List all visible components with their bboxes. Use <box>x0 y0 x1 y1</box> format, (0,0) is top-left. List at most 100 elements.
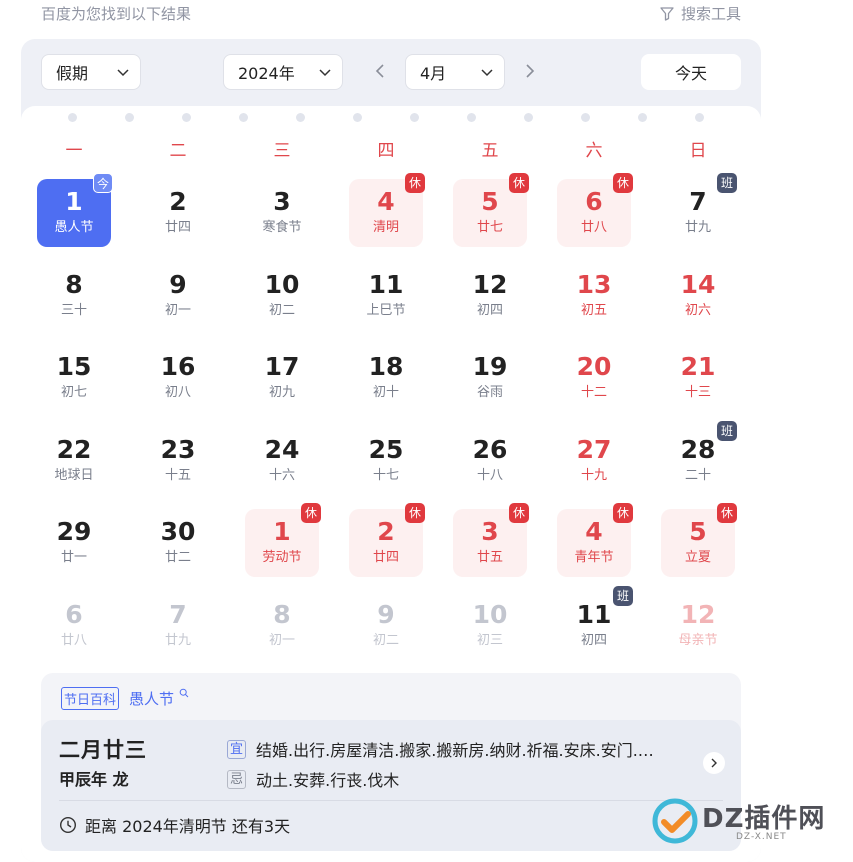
day-number: 9 <box>377 600 395 629</box>
result-hint: 百度为您找到以下结果 <box>41 5 192 23</box>
lunar-date: 二月廿三 <box>59 737 147 762</box>
calendar-day-cell[interactable]: 28 二十班 <box>661 421 737 495</box>
day-lunar-label: 初四 <box>476 303 503 318</box>
search-tools-label: 搜索工具 <box>680 5 741 23</box>
day-number: 24 <box>264 435 300 464</box>
workday-badge: 班 <box>717 173 737 193</box>
watermark-text: DZ插件网 <box>702 804 826 834</box>
calendar-day-cell[interactable]: 8 初一 <box>245 592 319 660</box>
binder-hole <box>638 113 647 122</box>
day-lunar-label: 十九 <box>580 468 607 483</box>
calendar-day-cell[interactable]: 10 初二 <box>245 262 319 330</box>
day-number: 12 <box>680 600 716 629</box>
calendar-day-cell[interactable]: 10 初三 <box>453 592 527 660</box>
calendar-day-cell[interactable]: 30 廿二 <box>141 509 215 577</box>
day-number: 22 <box>56 435 92 464</box>
day-lunar-label: 初九 <box>268 385 295 400</box>
day-lunar-label: 地球日 <box>54 468 94 483</box>
calendar-day-cell[interactable]: 20 十二 <box>557 344 631 412</box>
calendar-day-cell[interactable]: 13 初五 <box>557 262 631 330</box>
month-select[interactable]: 4月 <box>405 54 505 90</box>
watermark-subtext: DZ-X.NET <box>736 832 787 842</box>
weekday-label: 二 <box>169 141 187 161</box>
rest-day-badge: 休 <box>301 503 321 523</box>
binder-hole <box>524 113 533 122</box>
day-lunar-label: 廿二 <box>164 550 191 565</box>
calendar-day-cell[interactable]: 6 廿八休 <box>557 173 633 247</box>
today-button[interactable]: 今天 <box>641 54 741 90</box>
search-icon <box>179 688 189 698</box>
calendar-day-cell[interactable]: 4 青年节休 <box>557 503 633 577</box>
calendar-day-cell[interactable]: 3 寒食节 <box>245 179 319 247</box>
day-lunar-label: 二十 <box>684 468 711 483</box>
year-select[interactable]: 2024年 <box>223 54 343 90</box>
weekday-label: 一 <box>65 141 83 161</box>
calendar-day-cell[interactable]: 15 初七 <box>37 344 111 412</box>
calendar-day-cell[interactable]: 21 十三 <box>661 344 735 412</box>
calendar-day-cell[interactable]: 5 廿七休 <box>453 173 529 247</box>
calendar-day-cell[interactable]: 22 地球日 <box>37 427 111 495</box>
almanac-more-button[interactable] <box>703 752 725 774</box>
calendar-day-cell[interactable]: 12 母亲节 <box>661 592 735 660</box>
calendar-day-cell[interactable]: 11 上巳节 <box>349 262 423 330</box>
calendar-day-cell[interactable]: 18 初十 <box>349 344 423 412</box>
calendar-day-cell[interactable]: 24 十六 <box>245 427 319 495</box>
calendar-day-cell[interactable]: 3 廿五休 <box>453 503 529 577</box>
yi-text: 结婚.出行.房屋清洁.搬家.搬新房.纳财.祈福.安床.安门.… <box>256 741 654 760</box>
binder-hole <box>410 113 419 122</box>
calendar-day-cell[interactable]: 19 谷雨 <box>453 344 527 412</box>
info-header: 节日百科 愚人节 <box>61 687 189 710</box>
day-number: 27 <box>576 435 612 464</box>
prev-month-icon[interactable] <box>371 61 391 81</box>
rest-day-badge: 休 <box>405 503 425 523</box>
calendar-day-cell[interactable]: 9 初一 <box>141 262 215 330</box>
calendar-day-cell[interactable]: 6 廿八 <box>37 592 111 660</box>
day-lunar-label: 初一 <box>268 633 295 648</box>
day-lunar-label: 清明 <box>372 220 399 235</box>
holiday-link-label: 愚人节 <box>129 690 175 708</box>
rest-day-badge: 休 <box>405 173 425 193</box>
calendar-day-cell[interactable]: 5 立夏休 <box>661 503 737 577</box>
calendar-day-cell[interactable]: 9 初二 <box>349 592 423 660</box>
rest-day-badge: 休 <box>717 503 737 523</box>
calendar-day-cell[interactable]: 16 初八 <box>141 344 215 412</box>
day-lunar-label: 廿八 <box>60 633 87 648</box>
next-month-icon[interactable] <box>519 61 539 81</box>
binder-hole <box>125 113 134 122</box>
calendar-day-cell[interactable]: 29 廿一 <box>37 509 111 577</box>
day-lunar-label: 青年节 <box>574 550 614 565</box>
holiday-select[interactable]: 假期 <box>41 54 141 90</box>
holiday-link[interactable]: 愚人节 <box>129 688 189 709</box>
calendar-day-cell[interactable]: 25 十七 <box>349 427 423 495</box>
day-lunar-label: 十六 <box>268 468 295 483</box>
binder-hole <box>68 113 77 122</box>
calendar-day-cell[interactable]: 17 初九 <box>245 344 319 412</box>
calendar-day-cell[interactable]: 14 初六 <box>661 262 735 330</box>
calendar-day-cell[interactable]: 11 初四班 <box>557 586 633 660</box>
calendar-day-cell[interactable]: 26 十八 <box>453 427 527 495</box>
day-lunar-label: 初三 <box>476 633 503 648</box>
day-lunar-label: 上巳节 <box>366 303 406 318</box>
day-number: 29 <box>56 517 92 546</box>
day-number: 25 <box>368 435 404 464</box>
calendar-day-cell[interactable]: 8 三十 <box>37 262 111 330</box>
day-number: 2 <box>169 187 187 216</box>
calendar-day-cell[interactable]: 7 廿九班 <box>661 173 737 247</box>
day-lunar-label: 初二 <box>268 303 295 318</box>
calendar-day-cell[interactable]: 4 清明休 <box>349 173 425 247</box>
day-lunar-label: 初一 <box>164 303 191 318</box>
calendar-day-cell[interactable]: 27 十九 <box>557 427 631 495</box>
calendar-day-cell[interactable]: 2 廿四休 <box>349 503 425 577</box>
holiday-select-value: 假期 <box>56 64 89 83</box>
calendar-day-cell[interactable]: 23 十五 <box>141 427 215 495</box>
weekday-label: 五 <box>481 141 499 161</box>
calendar-day-cell[interactable]: 12 初四 <box>453 262 527 330</box>
day-lunar-label: 初四 <box>580 633 607 648</box>
calendar-day-cell[interactable]: 1 愚人节今 <box>37 173 113 247</box>
search-tools-button[interactable]: 搜索工具 <box>659 3 741 24</box>
calendar-day-cell[interactable]: 7 廿九 <box>141 592 215 660</box>
calendar-panel: 一二三四五六日 1 愚人节今 2 廿四 3 寒食节 4 清明休 5 廿七休 6 廿八休 7 廿九班 8 三十 9… <box>21 106 761 862</box>
calendar-day-cell[interactable]: 1 劳动节休 <box>245 503 321 577</box>
calendar-day-cell[interactable]: 2 廿四 <box>141 179 215 247</box>
rest-day-badge: 休 <box>509 173 529 193</box>
